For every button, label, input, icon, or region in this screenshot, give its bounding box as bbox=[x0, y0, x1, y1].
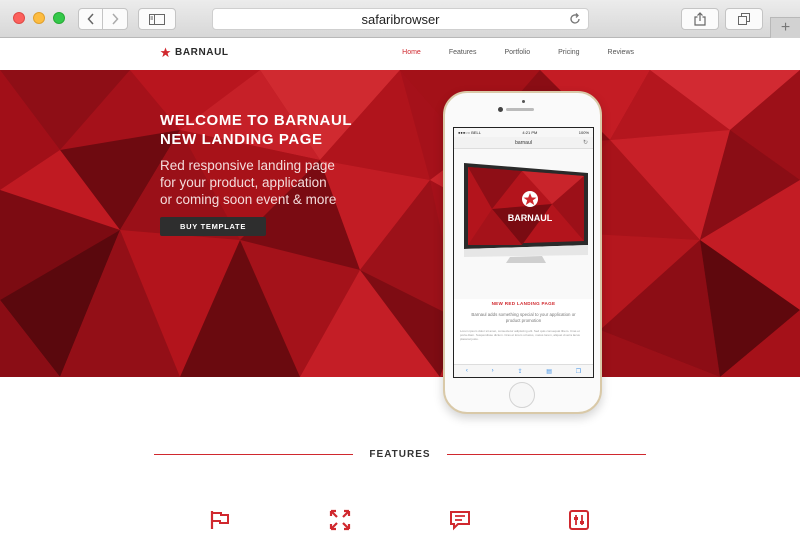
phone-bookmarks-icon[interactable]: ▤ bbox=[546, 368, 552, 375]
brand-name: BARNAUL bbox=[175, 47, 229, 58]
hero-section: WELCOME TO BARNAUL NEW LANDING PAGE Red … bbox=[0, 70, 800, 377]
phone-tabs-icon[interactable]: ❐ bbox=[576, 368, 581, 375]
browser-toolbar: safaribrowser + bbox=[0, 0, 800, 38]
buy-template-button[interactable]: BUY TEMPLATE bbox=[160, 217, 267, 236]
back-button[interactable] bbox=[78, 8, 103, 30]
nav-reviews[interactable]: Reviews bbox=[608, 49, 634, 56]
sidebar-icon bbox=[149, 13, 165, 25]
hero-title: WELCOME TO BARNAUL NEW LANDING PAGE bbox=[160, 111, 400, 149]
phone-forward-icon[interactable]: › bbox=[492, 368, 494, 374]
nav-features[interactable]: Features bbox=[449, 49, 477, 56]
phone-page-desc: Barnaul adds something special to your a… bbox=[471, 312, 576, 323]
nav-pricing[interactable]: Pricing bbox=[558, 49, 579, 56]
phone-camera bbox=[498, 107, 503, 112]
features-title: FEATURES bbox=[369, 448, 431, 460]
sidebar-toggle-button[interactable] bbox=[138, 8, 176, 30]
star-icon bbox=[160, 47, 171, 58]
forward-button[interactable] bbox=[102, 8, 128, 30]
plus-icon: + bbox=[780, 19, 791, 36]
flag-icon bbox=[210, 511, 229, 529]
time-label: 4:21 PM bbox=[522, 130, 538, 135]
phone-status-bar: ●●●○○ BELL 4:21 PM 100% bbox=[454, 128, 593, 137]
hero-title-line-2: NEW LANDING PAGE bbox=[160, 131, 323, 148]
hero-subtitle-line-1: Red responsive landing page bbox=[160, 158, 335, 173]
reload-icon[interactable] bbox=[568, 12, 582, 26]
chevron-left-icon bbox=[86, 13, 94, 25]
address-bar[interactable]: safaribrowser bbox=[212, 8, 589, 30]
new-tab-button[interactable]: + bbox=[770, 17, 800, 38]
nav-home[interactable]: Home bbox=[402, 49, 421, 56]
nav-portfolio[interactable]: Portfolio bbox=[504, 49, 530, 56]
site-header: BARNAUL Home Features Portfolio Pricing … bbox=[0, 38, 800, 70]
carrier-label: ●●●○○ BELL bbox=[458, 130, 481, 135]
phone-page-body: Lorem ipsum dolor sit amet, consectetur … bbox=[460, 329, 580, 341]
hero-title-line-1: WELCOME TO BARNAUL bbox=[160, 112, 353, 129]
share-icon bbox=[694, 12, 706, 26]
monitor-brand: BARNAUL bbox=[508, 213, 553, 223]
phone-reload-icon[interactable]: ↻ bbox=[583, 139, 588, 146]
main-nav: Home Features Portfolio Pricing Reviews bbox=[374, 49, 634, 56]
monitor-icon: BARNAUL bbox=[464, 163, 588, 263]
sliders-icon bbox=[569, 510, 589, 530]
show-tabs-button[interactable] bbox=[725, 8, 763, 30]
phone-monitor-image: BARNAUL bbox=[454, 149, 593, 299]
tabs-icon bbox=[738, 13, 750, 25]
phone-back-icon[interactable]: ‹ bbox=[466, 368, 468, 374]
chat-icon bbox=[450, 511, 470, 531]
features-heading: FEATURES bbox=[154, 447, 646, 461]
phone-share-icon[interactable]: ⇪ bbox=[517, 368, 522, 375]
phone-mockup: ●●●○○ BELL 4:21 PM 100% barnaul ↻ BARNAU… bbox=[443, 91, 602, 414]
phone-screen: ●●●○○ BELL 4:21 PM 100% barnaul ↻ BARNAU… bbox=[453, 127, 594, 378]
phone-toolbar: ‹ › ⇪ ▤ ❐ bbox=[454, 364, 593, 377]
site-logo[interactable]: BARNAUL bbox=[160, 47, 229, 58]
phone-url-text: barnaul bbox=[515, 139, 532, 146]
chevron-right-icon bbox=[112, 13, 119, 25]
phone-page-title: NEW RED LANDING PAGE bbox=[491, 301, 556, 306]
minimize-window-button[interactable] bbox=[33, 12, 45, 24]
divider bbox=[446, 453, 646, 455]
address-text: safaribrowser bbox=[361, 11, 440, 27]
hero-subtitle: Red responsive landing page for your pro… bbox=[160, 157, 400, 208]
phone-address-bar[interactable]: barnaul ↻ bbox=[454, 137, 593, 149]
close-window-button[interactable] bbox=[13, 12, 25, 24]
phone-speaker bbox=[506, 108, 534, 111]
hero-subtitle-line-3: or coming soon event & more bbox=[160, 192, 337, 207]
hero-polygon-background bbox=[0, 70, 800, 377]
phone-home-button bbox=[509, 382, 535, 408]
zoom-window-button[interactable] bbox=[53, 12, 65, 24]
hero-subtitle-line-2: for your product, application bbox=[160, 175, 327, 190]
expand-icon bbox=[329, 509, 351, 531]
share-button[interactable] bbox=[681, 8, 719, 30]
phone-sensor bbox=[522, 100, 525, 103]
hero-text-block: WELCOME TO BARNAUL NEW LANDING PAGE Red … bbox=[160, 111, 400, 236]
battery-label: 100% bbox=[578, 130, 589, 135]
divider bbox=[154, 453, 354, 455]
